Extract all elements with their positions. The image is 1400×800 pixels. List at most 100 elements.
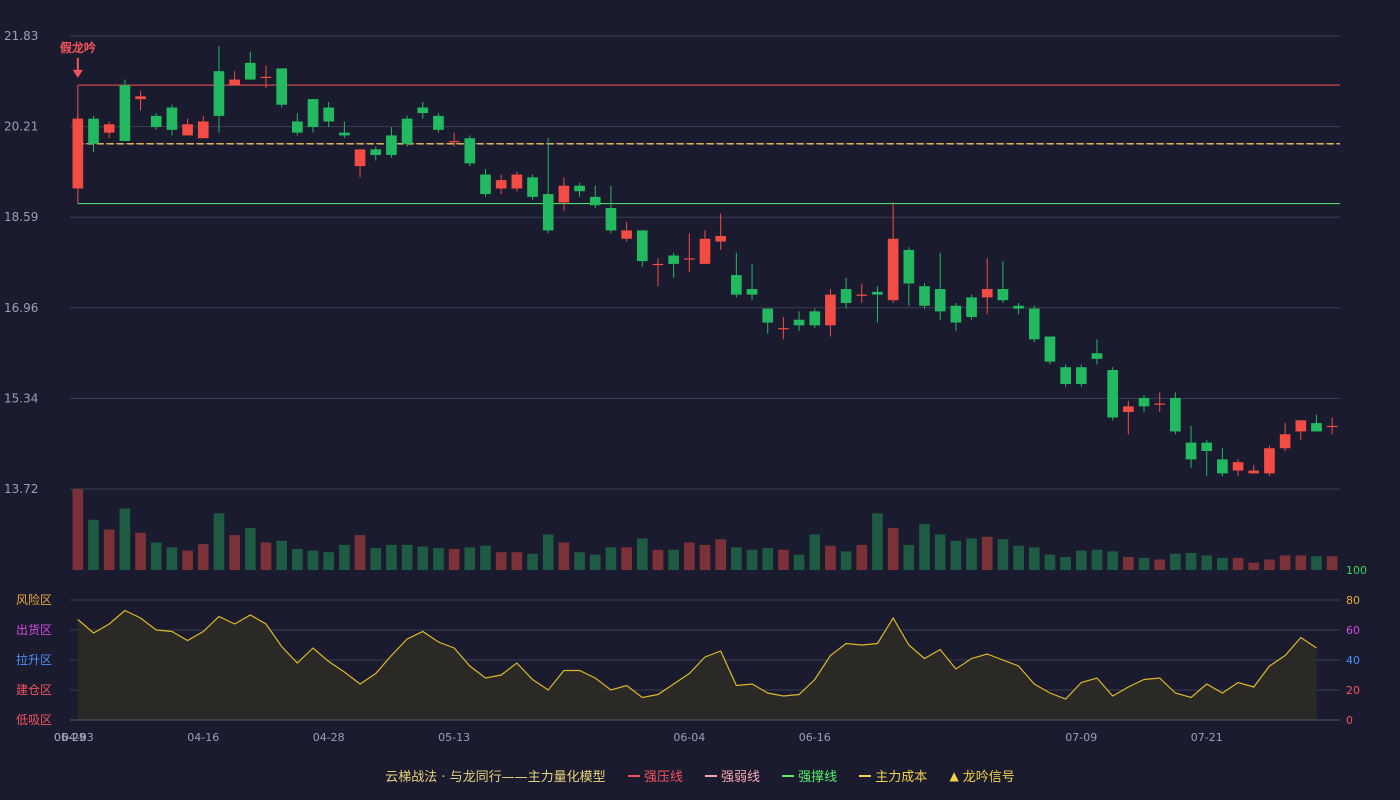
candle-body bbox=[1028, 308, 1040, 340]
volume-bar bbox=[558, 542, 570, 570]
candle-body bbox=[1091, 353, 1103, 359]
candle-body bbox=[1311, 423, 1322, 432]
candle-body bbox=[731, 275, 742, 295]
legend-item-main-cost[interactable]: 主力成本 bbox=[859, 766, 927, 785]
candle-body bbox=[182, 124, 193, 136]
volume-bar bbox=[1232, 557, 1244, 570]
candle-body bbox=[135, 96, 146, 100]
volume-bar bbox=[934, 534, 946, 570]
candle-body bbox=[950, 305, 962, 323]
candle-body bbox=[1248, 470, 1260, 474]
legend-label: 强弱线 bbox=[720, 770, 760, 785]
legend-label: 龙吟信号 bbox=[962, 770, 1015, 785]
candle-body bbox=[417, 107, 429, 114]
candle-body bbox=[433, 115, 444, 130]
volume-bar bbox=[150, 542, 162, 570]
candle-body bbox=[103, 124, 115, 133]
volume-bar bbox=[433, 548, 444, 570]
volume-bar bbox=[903, 544, 915, 570]
volume-bar bbox=[997, 539, 1009, 570]
candle-body bbox=[448, 141, 460, 143]
volume-bar bbox=[981, 536, 993, 570]
volume-bar bbox=[511, 552, 523, 570]
candle-body bbox=[699, 238, 711, 264]
candle-body bbox=[1232, 462, 1244, 471]
y-tick-label: 15.34 bbox=[4, 391, 38, 405]
legend-item-strong-pressure[interactable]: 强压线 bbox=[627, 766, 683, 785]
x-tick-label: 07-09 bbox=[1065, 731, 1097, 744]
candle-body bbox=[1075, 367, 1087, 384]
volume-bar bbox=[1185, 552, 1197, 570]
indicator-zone-label: 拉升区 bbox=[16, 652, 52, 667]
candle-body bbox=[1295, 420, 1307, 432]
indicator-zone-label: 风险区 bbox=[16, 592, 52, 607]
volume-bar bbox=[683, 542, 695, 570]
candle-body bbox=[386, 135, 397, 155]
candle-body bbox=[1264, 448, 1275, 474]
volume-bar bbox=[809, 534, 821, 570]
volume-bar bbox=[793, 554, 805, 570]
volume-bar bbox=[589, 554, 601, 570]
candle-body bbox=[997, 289, 1009, 301]
indicator-zone-label: 建仓区 bbox=[16, 683, 52, 697]
candle-body bbox=[621, 230, 632, 239]
candle-body bbox=[1044, 336, 1056, 362]
candle-body bbox=[825, 294, 836, 326]
volume-bar bbox=[715, 539, 727, 570]
candle-body bbox=[1170, 397, 1181, 432]
legend-label: 强撑线 bbox=[798, 770, 838, 785]
candle-body bbox=[778, 328, 789, 330]
candle-body bbox=[260, 76, 272, 78]
volume-bar bbox=[636, 538, 648, 570]
candle-body bbox=[636, 230, 648, 262]
candle-body bbox=[72, 118, 84, 189]
candle-body bbox=[1217, 459, 1228, 474]
candle-body bbox=[276, 68, 287, 105]
volume-bar bbox=[542, 534, 554, 570]
volume-bar bbox=[292, 548, 303, 570]
volume-bar bbox=[197, 544, 209, 570]
volume-bar bbox=[778, 549, 789, 570]
volume-bar bbox=[119, 508, 131, 570]
volume-bar bbox=[872, 513, 883, 570]
volume-bar bbox=[1326, 556, 1338, 570]
candle-body bbox=[1107, 370, 1118, 418]
indicator-tick-label: 20 bbox=[1346, 684, 1360, 697]
candle-body bbox=[903, 249, 915, 284]
legend-title: 云梯战法 · 与龙同行——主力量化模型 bbox=[385, 770, 606, 785]
volume-bar bbox=[1201, 555, 1213, 570]
volume-bar bbox=[966, 538, 977, 570]
volume-bar bbox=[323, 552, 335, 570]
indicator-tick-label: 0 bbox=[1346, 714, 1353, 727]
volume-bar bbox=[135, 532, 146, 570]
legend-swatch bbox=[782, 774, 795, 777]
volume-bar bbox=[1311, 556, 1322, 570]
volume-bar bbox=[480, 545, 491, 570]
legend-item-dragon-signal[interactable]: ▲ 龙吟信号 bbox=[949, 766, 1015, 786]
candle-body bbox=[746, 289, 758, 295]
candle-body bbox=[229, 79, 240, 86]
legend-item-strong-support[interactable]: 强撑线 bbox=[782, 766, 837, 785]
volume-bar bbox=[746, 549, 758, 570]
legend: 云梯战法 · 与龙同行——主力量化模型 强压线 强弱线 强撑线 主力成本 ▲ 龙吟… bbox=[0, 766, 1400, 786]
x-tick-label: 06-04 bbox=[673, 731, 705, 744]
candle-body bbox=[307, 99, 319, 128]
candle-body bbox=[668, 255, 679, 264]
volume-bar bbox=[495, 552, 507, 570]
candle-body bbox=[480, 174, 491, 195]
candle-body bbox=[1060, 367, 1071, 384]
candle-body bbox=[652, 263, 664, 266]
volume-bar bbox=[621, 547, 632, 570]
candle-body bbox=[1138, 397, 1150, 407]
legend-item-strength-line[interactable]: 强弱线 bbox=[704, 766, 760, 785]
x-tick-label: 04-28 bbox=[313, 731, 345, 744]
volume-bar bbox=[605, 547, 617, 570]
volume-bar bbox=[182, 550, 193, 570]
indicator-tick-label: 80 bbox=[1346, 594, 1360, 607]
volume-bar bbox=[731, 547, 742, 570]
candle-body bbox=[1123, 406, 1134, 412]
candle-body bbox=[166, 107, 178, 130]
candle-body bbox=[934, 289, 946, 312]
volume-bar bbox=[1264, 559, 1275, 570]
chart-root: 21.83 20.21 18.59 16.96 15.34 13.72 100 80 60 40 2… bbox=[0, 0, 1400, 800]
